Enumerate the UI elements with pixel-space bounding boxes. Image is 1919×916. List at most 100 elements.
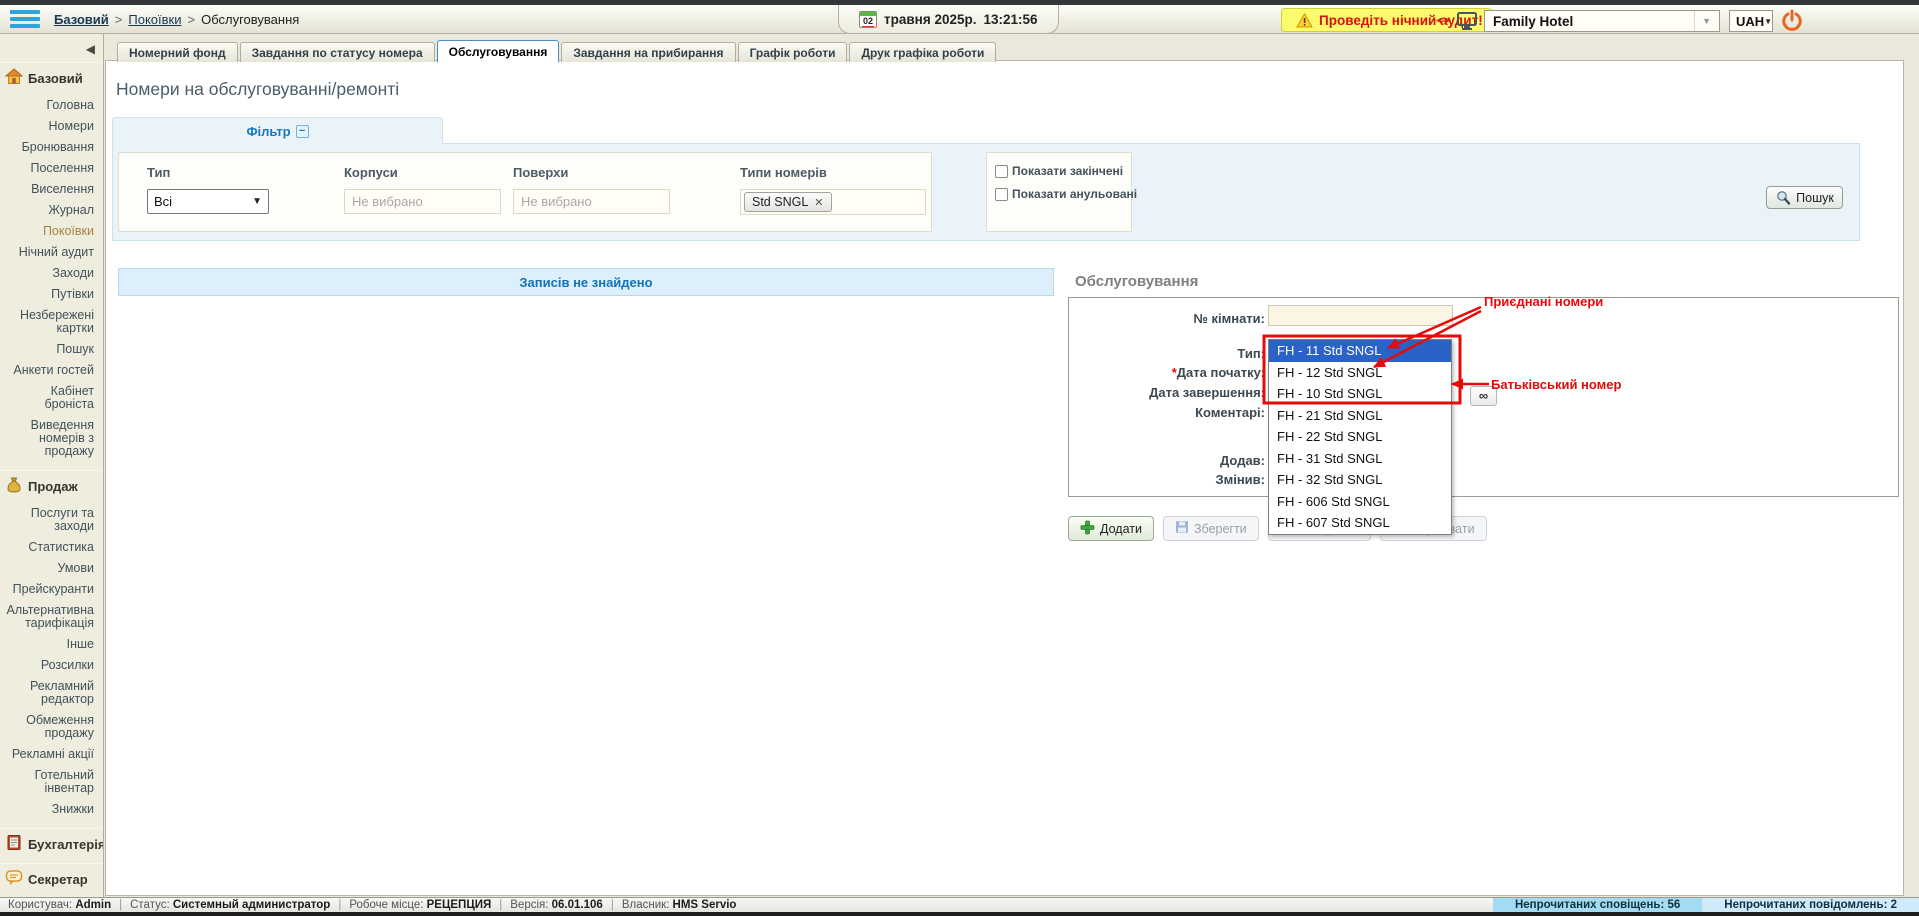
sidebar-item[interactable]: Номери bbox=[0, 116, 103, 137]
chevron-down-icon: ▼ bbox=[1694, 11, 1711, 31]
sidebar-item[interactable]: Поселення bbox=[0, 158, 103, 179]
plus-icon bbox=[1080, 520, 1095, 538]
sidebar-item[interactable]: Альтернативна тарифікація bbox=[0, 600, 103, 634]
hotel-select[interactable]: Family Hotel ▼ bbox=[1484, 10, 1720, 32]
currency-select[interactable]: UAH ▼ bbox=[1729, 10, 1773, 32]
dropdown-option[interactable]: FH - 31 Std SNGL bbox=[1269, 448, 1451, 470]
sidebar-item[interactable]: Анкети гостей bbox=[0, 360, 103, 381]
floors-label: Поверхи bbox=[513, 165, 670, 180]
sidebar-collapse-icon[interactable]: ◀ bbox=[0, 34, 103, 58]
sidebar-item[interactable]: Нічний аудит bbox=[0, 242, 103, 263]
room-types-input[interactable]: Std SNGL ✕ bbox=[740, 189, 926, 215]
filter-fields-box: Тип Всі ▼ Корпуси Поверхи Типи номерів S… bbox=[118, 152, 932, 232]
dropdown-option[interactable]: FH - 11 Std SNGL bbox=[1269, 340, 1451, 362]
button-label: Додати bbox=[1100, 522, 1142, 536]
dropdown-option[interactable]: FH - 606 Std SNGL bbox=[1269, 491, 1451, 513]
sidebar-item[interactable]: Головна bbox=[0, 95, 103, 116]
tab-item[interactable]: Завдання по статусу номера bbox=[240, 42, 435, 62]
sync-arrows-icon[interactable]: ◄► bbox=[1434, 15, 1454, 25]
infinity-date-button[interactable]: ∞ bbox=[1470, 386, 1497, 406]
room-number-input[interactable] bbox=[1268, 305, 1453, 326]
sidebar-section-title: Продаж bbox=[28, 479, 78, 494]
breadcrumb: Базовий>Покоївки>Обслуговування bbox=[54, 12, 299, 27]
search-button[interactable]: Пошук bbox=[1766, 186, 1843, 209]
sidebar-item[interactable]: Знижки bbox=[0, 799, 103, 820]
filter-field-floors: Поверхи bbox=[513, 165, 670, 214]
breadcrumb-item[interactable]: Базовий bbox=[54, 12, 109, 27]
sidebar-item[interactable]: Обмеження продажу bbox=[0, 710, 103, 744]
tab-item[interactable]: Номерний фонд bbox=[117, 42, 238, 62]
sidebar-item[interactable]: Послуги та заходи bbox=[0, 503, 103, 537]
filter-checkbox[interactable]: Показати анульовані bbox=[995, 187, 1125, 201]
collapse-minus-icon[interactable]: − bbox=[296, 125, 309, 138]
checkbox-icon[interactable] bbox=[995, 165, 1008, 178]
sidebar-item[interactable]: Бронювання bbox=[0, 137, 103, 158]
tab-item[interactable]: Графік роботи bbox=[738, 42, 848, 62]
menu-icon[interactable] bbox=[10, 10, 40, 28]
filter-field-room-types: Типи номерів Std SNGL ✕ bbox=[740, 165, 926, 215]
breadcrumb-item: Обслуговування bbox=[201, 12, 299, 27]
sidebar-item[interactable]: Виведення номерів з продажу bbox=[0, 415, 103, 462]
sidebar-item[interactable]: Заходи bbox=[0, 263, 103, 284]
type-label: Тип bbox=[147, 165, 269, 180]
sidebar-item[interactable]: Пошук bbox=[0, 339, 103, 360]
date-time-display[interactable]: 02 травня 2025р. 13:21:56 bbox=[838, 5, 1059, 34]
date-end-label: Дата завершення: bbox=[1068, 385, 1265, 400]
page-title: Номери на обслуговуванні/ремонті bbox=[116, 79, 399, 100]
tab-item[interactable]: Друк графіка роботи bbox=[849, 42, 996, 62]
dropdown-option[interactable]: FH - 607 Std SNGL bbox=[1269, 512, 1451, 534]
filter-tab[interactable]: Фільтр − bbox=[112, 117, 443, 144]
sidebar-item[interactable]: Кабінет броніста bbox=[0, 381, 103, 415]
dropdown-option[interactable]: FH - 22 Std SNGL bbox=[1269, 426, 1451, 448]
type-select[interactable]: Всі ▼ bbox=[147, 189, 269, 214]
dropdown-option[interactable]: FH - 10 Std SNGL bbox=[1269, 383, 1451, 405]
room-type-chip: Std SNGL ✕ bbox=[744, 192, 832, 212]
sidebar-item[interactable]: Покоївки bbox=[0, 221, 103, 242]
buildings-input[interactable] bbox=[344, 189, 501, 214]
sidebar-item[interactable]: Прейскуранти bbox=[0, 579, 103, 600]
sidebar-item[interactable]: Журнал bbox=[0, 200, 103, 221]
sidebar-section-sales[interactable]: Продаж bbox=[0, 470, 103, 501]
sidebar-section-home[interactable]: Базовий bbox=[0, 62, 103, 93]
sidebar-item[interactable]: Розсилки bbox=[0, 655, 103, 676]
save-button[interactable]: Зберегти bbox=[1163, 516, 1259, 541]
sidebar-section-secretary[interactable]: Секретар bbox=[0, 863, 103, 894]
filter-checkbox[interactable]: Показати закінчені bbox=[995, 164, 1125, 178]
dropdown-option[interactable]: FH - 12 Std SNGL bbox=[1269, 362, 1451, 384]
sidebar-item[interactable]: Статистика bbox=[0, 537, 103, 558]
sidebar-item[interactable]: Виселення bbox=[0, 179, 103, 200]
sidebar: ◀ БазовийГоловнаНомериБронюванняПоселенн… bbox=[0, 34, 104, 897]
sidebar-section-accounting[interactable]: Бухгалтерія bbox=[0, 828, 103, 859]
sidebar-item[interactable]: Рекламні акції bbox=[0, 744, 103, 765]
breadcrumb-item[interactable]: Покоївки bbox=[128, 12, 181, 27]
checkbox-icon[interactable] bbox=[995, 188, 1008, 201]
sidebar-item[interactable]: Умови bbox=[0, 558, 103, 579]
added-by-label: Додав: bbox=[1068, 453, 1265, 468]
sidebar-item[interactable]: Путівки bbox=[0, 284, 103, 305]
sidebar-item[interactable]: Готельний інвентар bbox=[0, 765, 103, 799]
floors-input[interactable] bbox=[513, 189, 670, 214]
window-bottom-strip bbox=[0, 912, 1919, 916]
type-select-value: Всі bbox=[154, 194, 172, 209]
monitor-icon[interactable] bbox=[1456, 11, 1478, 34]
status-entry: Статус: Системный администратор bbox=[130, 899, 330, 911]
sidebar-item[interactable]: Інше bbox=[0, 634, 103, 655]
sidebar-item[interactable]: Рекламний редактор bbox=[0, 676, 103, 710]
unread-notifications-badge[interactable]: Непрочитаних сповіщень: 56 bbox=[1493, 898, 1702, 912]
status-entry: Версія: 06.01.106 bbox=[510, 899, 603, 911]
calendar-icon: 02 bbox=[859, 11, 877, 28]
status-entry: Користувач: Admin bbox=[8, 899, 111, 911]
unread-messages-badge[interactable]: Непрочитаних повідомлень: 2 bbox=[1702, 898, 1919, 912]
tab-item[interactable]: Завдання на прибирання bbox=[561, 42, 735, 62]
dropdown-option[interactable]: FH - 21 Std SNGL bbox=[1269, 405, 1451, 427]
comments-label: Коментарі: bbox=[1068, 405, 1265, 420]
dropdown-option[interactable]: FH - 32 Std SNGL bbox=[1269, 469, 1451, 491]
power-icon[interactable] bbox=[1780, 9, 1804, 36]
buildings-label: Корпуси bbox=[344, 165, 501, 180]
currency-select-value: UAH bbox=[1736, 14, 1764, 29]
results-empty-text: Записів не знайдено bbox=[519, 275, 652, 290]
sidebar-item[interactable]: Незбережені картки bbox=[0, 305, 103, 339]
tab-active[interactable]: Обслуговування bbox=[437, 40, 560, 63]
add-button[interactable]: Додати bbox=[1068, 516, 1154, 541]
chip-remove-icon[interactable]: ✕ bbox=[814, 196, 823, 209]
